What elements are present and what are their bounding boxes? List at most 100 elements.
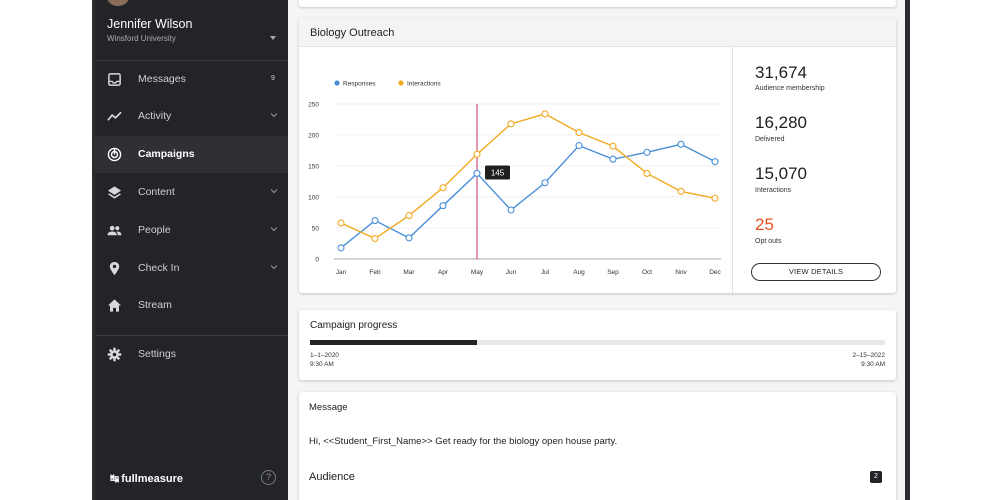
help-button[interactable]: ? [261, 470, 276, 485]
progress-start-date: 1–1–2020 [310, 352, 339, 359]
sidebar-item-label: Campaigns [138, 148, 195, 160]
data-point [677, 140, 685, 148]
data-point [711, 158, 719, 166]
data-point [711, 194, 719, 202]
data-point [439, 184, 447, 192]
chevron-down-icon[interactable] [269, 186, 279, 196]
outreach-card-header: Biology Outreach [299, 18, 896, 47]
audience-title: Audience [309, 471, 355, 483]
data-point [405, 234, 413, 242]
x-tick-label: May [471, 269, 484, 276]
data-point [371, 217, 379, 225]
sidebar-item-people[interactable]: People [95, 212, 288, 249]
data-point [575, 141, 583, 150]
data-point [541, 179, 549, 187]
series-line [340, 113, 716, 240]
data-point [643, 169, 651, 177]
y-tick-label: 250 [308, 102, 319, 109]
message-title: Message [309, 402, 348, 413]
stat-audience-label: Audience membership [755, 85, 825, 92]
outreach-title: Biology Outreach [310, 27, 395, 39]
home-icon [107, 299, 122, 312]
data-point [507, 206, 515, 214]
sidebar-item-messages[interactable]: Messages 9 [95, 61, 288, 98]
progress-end: 2–15–2022 9:30 AM [852, 351, 885, 369]
legend-swatch [334, 80, 340, 86]
y-tick-label: 150 [308, 164, 319, 171]
progress-start-time: 9:30 AM [310, 361, 334, 368]
sidebar-item-label: Check In [138, 262, 180, 274]
sidebar-item-label: People [138, 224, 171, 236]
stat-opt-outs-value: 25 [755, 215, 774, 234]
x-tick-label: Jun [506, 269, 517, 276]
user-menu-caret-icon[interactable] [270, 36, 276, 40]
sidebar-item-label: Activity [138, 110, 172, 122]
data-point [677, 187, 685, 195]
view-details-button[interactable]: VIEW DETAILS [751, 263, 881, 281]
x-tick-label: Feb [369, 269, 381, 276]
brand-logo: ↹ fullmeasure [110, 472, 183, 485]
data-point [337, 244, 345, 252]
x-tick-label: Dec [709, 269, 721, 276]
x-tick-label: Jan [336, 269, 347, 276]
avatar[interactable] [107, 0, 129, 6]
data-point [507, 120, 515, 128]
x-tick-label: Jul [541, 269, 550, 276]
outreach-line-chart[interactable]: 0 50 100 150 200 250 Jan Feb Mar Apr May Jun Jul Aug S… [299, 47, 732, 293]
user-org: Winsford University [107, 34, 176, 43]
data-point [473, 150, 481, 158]
brand-name: fullmeasure [121, 473, 183, 485]
x-tick-label: Sep [607, 269, 619, 276]
trend-line-icon [107, 111, 122, 121]
tooltip-value: 145 [491, 168, 505, 177]
stat-delivered-value: 16,280 [755, 113, 807, 132]
sidebar-item-check-in[interactable]: Check In [95, 250, 288, 287]
x-tick-label: Aug [573, 269, 585, 276]
legend-swatch [398, 80, 404, 86]
data-point [439, 202, 447, 210]
chevron-down-icon[interactable] [269, 262, 279, 272]
legend-label: Interactions [407, 81, 441, 88]
data-point [609, 142, 617, 150]
data-point [643, 148, 651, 156]
sidebar-item-campaigns[interactable]: Campaigns [95, 136, 288, 173]
sidebar-item-label: Settings [138, 348, 176, 360]
y-tick-label: 0 [315, 257, 319, 264]
y-tick-label: 200 [308, 133, 319, 140]
message-body: Hi, <<Student_First_Name>> Get ready for… [309, 436, 618, 447]
user-name: Jennifer Wilson [107, 17, 193, 31]
messages-count-badge: 9 [271, 75, 275, 82]
sidebar-item-label: Content [138, 186, 175, 198]
data-point [541, 110, 549, 118]
y-tick-label: 100 [308, 195, 319, 202]
x-tick-label: Oct [642, 269, 652, 276]
gear-icon [107, 347, 122, 362]
layers-icon [107, 186, 122, 199]
sidebar-item-content[interactable]: Content [95, 174, 288, 211]
main-content: Biology Outreach 0 50 100 150 200 250 Jan Feb Ma… [288, 0, 905, 500]
stat-opt-outs-label: Opt outs [755, 238, 782, 245]
location-pin-icon [109, 261, 120, 276]
sidebar-item-activity[interactable]: Activity [95, 98, 288, 135]
sidebar: Jennifer Wilson Winsford University Mess… [95, 0, 288, 500]
inbox-icon [108, 73, 121, 86]
sidebar-item-stream[interactable]: Stream [95, 287, 288, 324]
sidebar-item-label: Messages [138, 73, 186, 85]
audience-count-badge: 2 [870, 471, 882, 483]
message-card: Message Hi, <<Student_First_Name>> Get r… [299, 392, 896, 500]
top-card [299, 0, 896, 7]
x-tick-label: Nov [675, 269, 687, 276]
chevron-down-icon[interactable] [269, 224, 279, 234]
sidebar-item-label: Stream [138, 299, 172, 311]
campaign-progress-fill [310, 340, 477, 345]
data-point [575, 128, 583, 137]
sidebar-item-settings[interactable]: Settings [95, 336, 288, 373]
data-point [337, 219, 345, 227]
stat-audience-value: 31,674 [755, 63, 807, 82]
chevron-down-icon[interactable] [269, 110, 279, 120]
legend-label: Responses [343, 81, 376, 88]
brand-mark-icon: ↹ [110, 473, 120, 485]
data-point [405, 212, 413, 220]
series-line [340, 143, 716, 249]
outreach-stats-panel: 31,674 Audience membership 16,280 Delive… [732, 47, 896, 293]
